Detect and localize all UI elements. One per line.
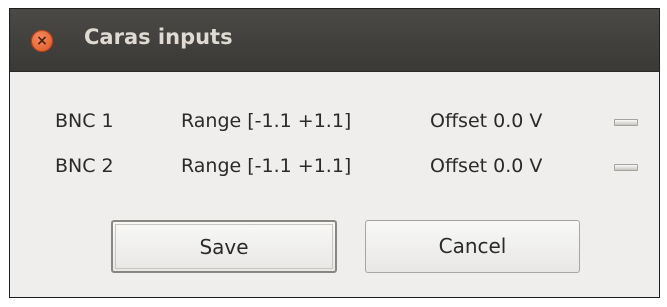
- range-label: Range [-1.1 +1.1]: [181, 110, 352, 132]
- input-row-bnc1: BNC 1 Range [-1.1 +1.1] Offset 0.0 V: [10, 103, 659, 139]
- offset-label: Offset 0.0 V: [430, 110, 543, 132]
- offset-label: Offset 0.0 V: [430, 155, 543, 177]
- offset-slider-handle[interactable]: [614, 164, 638, 171]
- save-button[interactable]: Save: [111, 220, 337, 273]
- bnc-label: BNC 1: [55, 110, 114, 132]
- bnc-label: BNC 2: [55, 155, 114, 177]
- close-icon: ×: [36, 33, 48, 49]
- close-button[interactable]: ×: [31, 30, 53, 52]
- range-label: Range [-1.1 +1.1]: [181, 155, 352, 177]
- window-title: Caras inputs: [84, 25, 233, 49]
- dialog-window: × Caras inputs BNC 1 Range [-1.1 +1.1] O…: [9, 8, 660, 298]
- title-bar[interactable]: × Caras inputs: [10, 9, 659, 72]
- offset-slider-handle[interactable]: [614, 119, 638, 126]
- cancel-button[interactable]: Cancel: [365, 220, 580, 273]
- input-row-bnc2: BNC 2 Range [-1.1 +1.1] Offset 0.0 V: [10, 148, 659, 184]
